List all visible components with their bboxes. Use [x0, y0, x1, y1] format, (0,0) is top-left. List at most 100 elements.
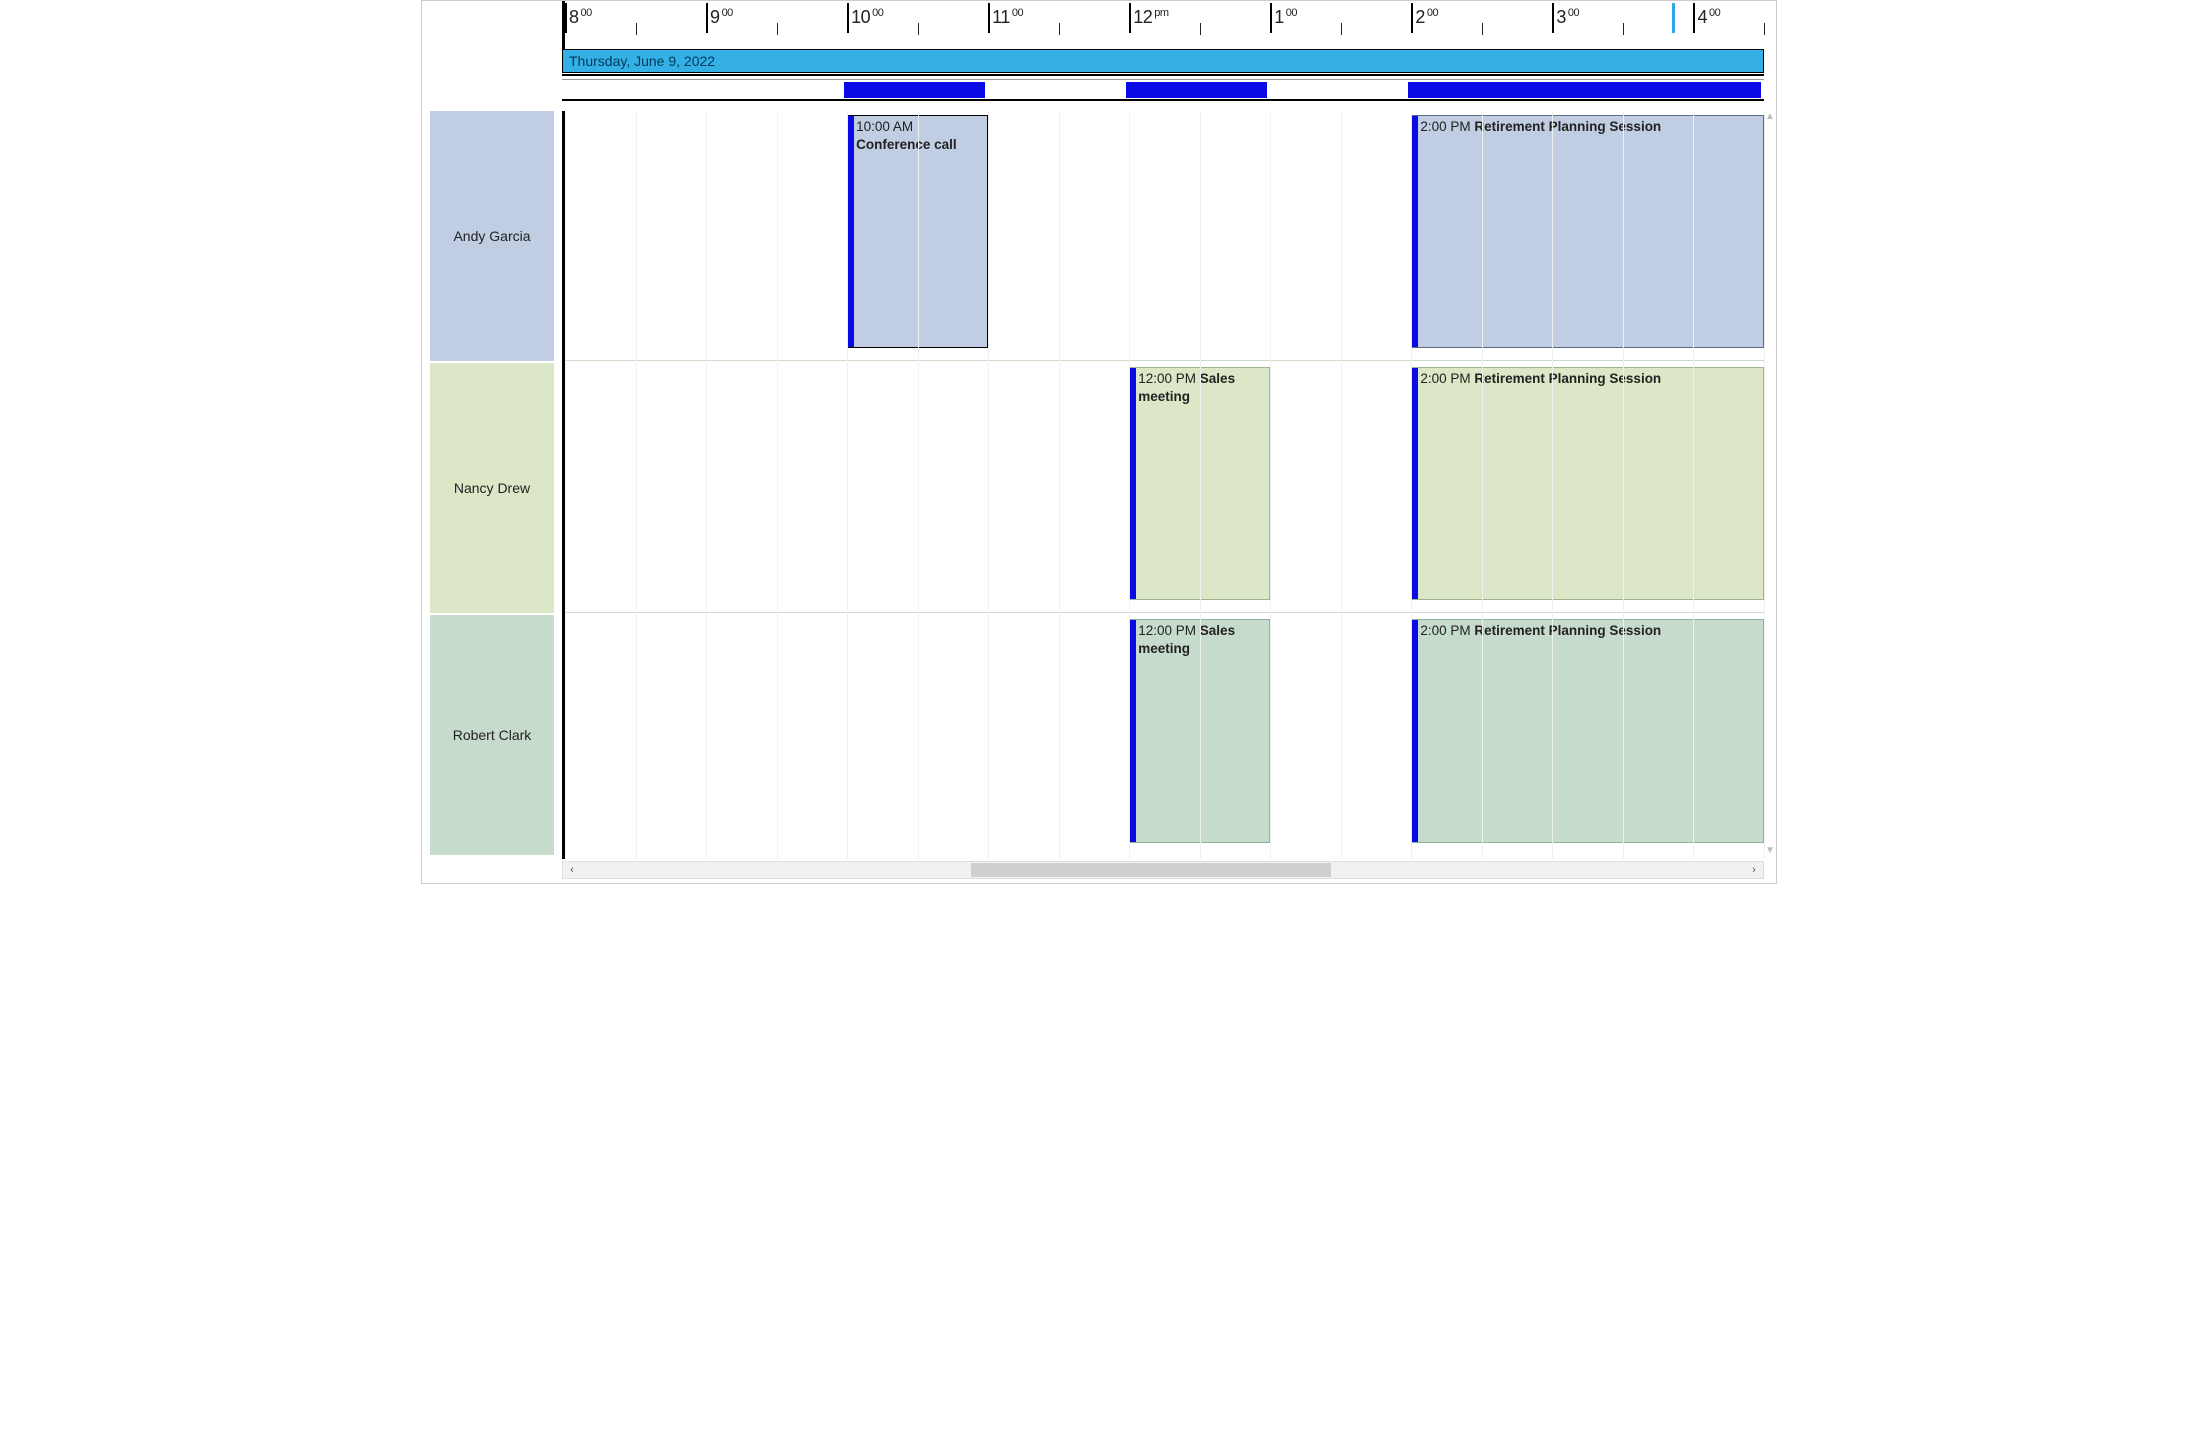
appointment-time: 2:00 PM: [1420, 119, 1470, 134]
appointment-busy-bar: [1412, 368, 1418, 599]
appointment-time: 12:00 PM: [1138, 371, 1196, 386]
chevron-down-icon: ▼: [1765, 845, 1775, 856]
appointment-content: 2:00 PM Retirement Planning Session: [1420, 370, 1759, 388]
time-ruler: 8009001000110012pm100200300400: [562, 1, 1764, 49]
timeline-gridline: [706, 111, 707, 859]
ruler-hour-label: 900: [710, 7, 733, 28]
ruler-hour-minutes: 00: [1284, 7, 1297, 19]
appointment-content: 10:00 AM Conference call: [856, 118, 983, 154]
ruler-tick-major: [1129, 3, 1131, 33]
busy-segment: [1408, 82, 1761, 98]
resource-column: Andy Garcia Nancy Drew Robert Clark: [422, 111, 562, 859]
busy-indicator-row: [562, 79, 1764, 101]
resource-label: Andy Garcia: [453, 228, 530, 244]
chevron-up-icon: ▲: [1765, 111, 1775, 122]
ruler-tick-minor: [1764, 23, 1765, 35]
appointment-content: 2:00 PM Retirement Planning Session: [1420, 622, 1759, 640]
timeline-gridline: [1552, 111, 1553, 859]
ruler-hour-label: 1000: [851, 7, 883, 28]
resource-cell-nancy[interactable]: Nancy Drew: [430, 363, 554, 613]
timeline-gridline: [918, 111, 919, 859]
ruler-tick-minor: [636, 23, 637, 35]
ruler-hour-label: 100: [1274, 7, 1297, 28]
timeline-gridline: [1200, 111, 1201, 859]
ruler-tick-major: [1693, 3, 1695, 33]
ruler-hour-minutes: 00: [870, 7, 883, 19]
ruler-hour-minutes: pm: [1152, 7, 1168, 19]
ruler-tick-minor: [777, 23, 778, 35]
ruler-tick-minor: [1341, 23, 1342, 35]
ruler-tick-minor: [918, 23, 919, 35]
appointment-busy-bar: [1130, 368, 1136, 599]
timeline-gridline: [1623, 111, 1624, 859]
resource-cell-andy[interactable]: Andy Garcia: [430, 111, 554, 361]
date-header-separator: [562, 74, 1764, 76]
timeline-gridline: [1341, 111, 1342, 859]
ruler-tick-major: [1411, 3, 1413, 33]
ruler-hour-label: 400: [1697, 7, 1720, 28]
ruler-tick-minor: [1200, 23, 1201, 35]
scroll-up-button[interactable]: ▲: [1764, 111, 1776, 125]
ruler-hour-minutes: 00: [1566, 7, 1579, 19]
timeline-gridline: [988, 111, 989, 859]
timeline-gridline: [1059, 111, 1060, 859]
ruler-hour-minutes: 00: [1707, 7, 1720, 19]
scroll-right-button[interactable]: ›: [1745, 862, 1763, 878]
appointment-busy-bar: [1130, 620, 1136, 842]
timeline-gridline: [1129, 111, 1130, 859]
ruler-hour-minutes: 00: [720, 7, 733, 19]
scroll-left-button[interactable]: ‹: [563, 862, 581, 878]
ruler-tick-minor: [1623, 23, 1624, 35]
ruler-left-pad: [422, 1, 562, 49]
appointment-content: 2:00 PM Retirement Planning Session: [1420, 118, 1759, 136]
appointment[interactable]: 2:00 PM Retirement Planning Session: [1411, 367, 1764, 600]
scheduler-timeline-view: 8009001000110012pm100200300400 Thursday,…: [421, 0, 1777, 884]
appointment-time: 10:00 AM: [856, 119, 913, 134]
lane-nancy[interactable]: 12:00 PM Sales meeting 2:00 PM Retirement…: [565, 363, 1764, 613]
appointment[interactable]: 2:00 PM Retirement Planning Session: [1411, 115, 1764, 348]
timeline-gridline: [1482, 111, 1483, 859]
ruler-tick-minor: [1482, 23, 1483, 35]
timeline-gridline: [1270, 111, 1271, 859]
chevron-right-icon: ›: [1752, 864, 1756, 876]
date-header-label: Thursday, June 9, 2022: [569, 53, 715, 69]
appointment-content: 12:00 PM Sales meeting: [1138, 370, 1265, 406]
timeline-body[interactable]: 10:00 AM Conference call 2:00 PM Retiremen…: [562, 111, 1764, 859]
ruler-hour-label: 200: [1415, 7, 1438, 28]
ruler-tick-major: [847, 3, 849, 33]
date-header[interactable]: Thursday, June 9, 2022: [562, 49, 1764, 73]
horizontal-scrollbar[interactable]: ‹ ›: [562, 861, 1764, 879]
resource-cell-robert[interactable]: Robert Clark: [430, 615, 554, 855]
timeline-gridline: [847, 111, 848, 859]
ruler-hour-minutes: 00: [1010, 7, 1023, 19]
ruler-tick-major: [706, 3, 708, 33]
ruler-hour-minutes: 00: [579, 7, 592, 19]
scroll-down-button[interactable]: ▼: [1764, 845, 1776, 859]
appointment-busy-bar: [848, 116, 854, 347]
ruler-tick-minor: [1059, 23, 1060, 35]
chevron-left-icon: ‹: [570, 864, 574, 876]
ruler-tick-major: [1270, 3, 1272, 33]
timeline-gridline: [565, 111, 566, 859]
timeline-gridline: [1411, 111, 1412, 859]
timeline-gridline: [1693, 111, 1694, 859]
ruler-hour-label: 1100: [992, 7, 1023, 28]
appointment-title: Retirement Planning Session: [1474, 371, 1661, 386]
lane-robert[interactable]: 12:00 PM Sales meeting 2:00 PM Retirement…: [565, 615, 1764, 855]
appointment-time: 2:00 PM: [1420, 371, 1470, 386]
scroll-thumb[interactable]: [971, 863, 1331, 877]
lane-andy[interactable]: 10:00 AM Conference call 2:00 PM Retiremen…: [565, 111, 1764, 361]
appointment-busy-bar: [1412, 620, 1418, 842]
appointment-title: Retirement Planning Session: [1474, 623, 1661, 638]
appointment[interactable]: 2:00 PM Retirement Planning Session: [1411, 619, 1764, 843]
appointment-title: Conference call: [856, 137, 957, 152]
vertical-scrollbar[interactable]: ▲ ▼: [1764, 111, 1776, 859]
busy-segment: [1126, 82, 1267, 98]
ruler-tick-major: [1552, 3, 1554, 33]
resource-label: Robert Clark: [453, 727, 532, 743]
appointment-title: Retirement Planning Session: [1474, 119, 1661, 134]
ruler-tick-major: [988, 3, 990, 33]
ruler-hour-label: 800: [569, 7, 592, 28]
appointment-content: 12:00 PM Sales meeting: [1138, 622, 1265, 658]
appointment-busy-bar: [1412, 116, 1418, 347]
